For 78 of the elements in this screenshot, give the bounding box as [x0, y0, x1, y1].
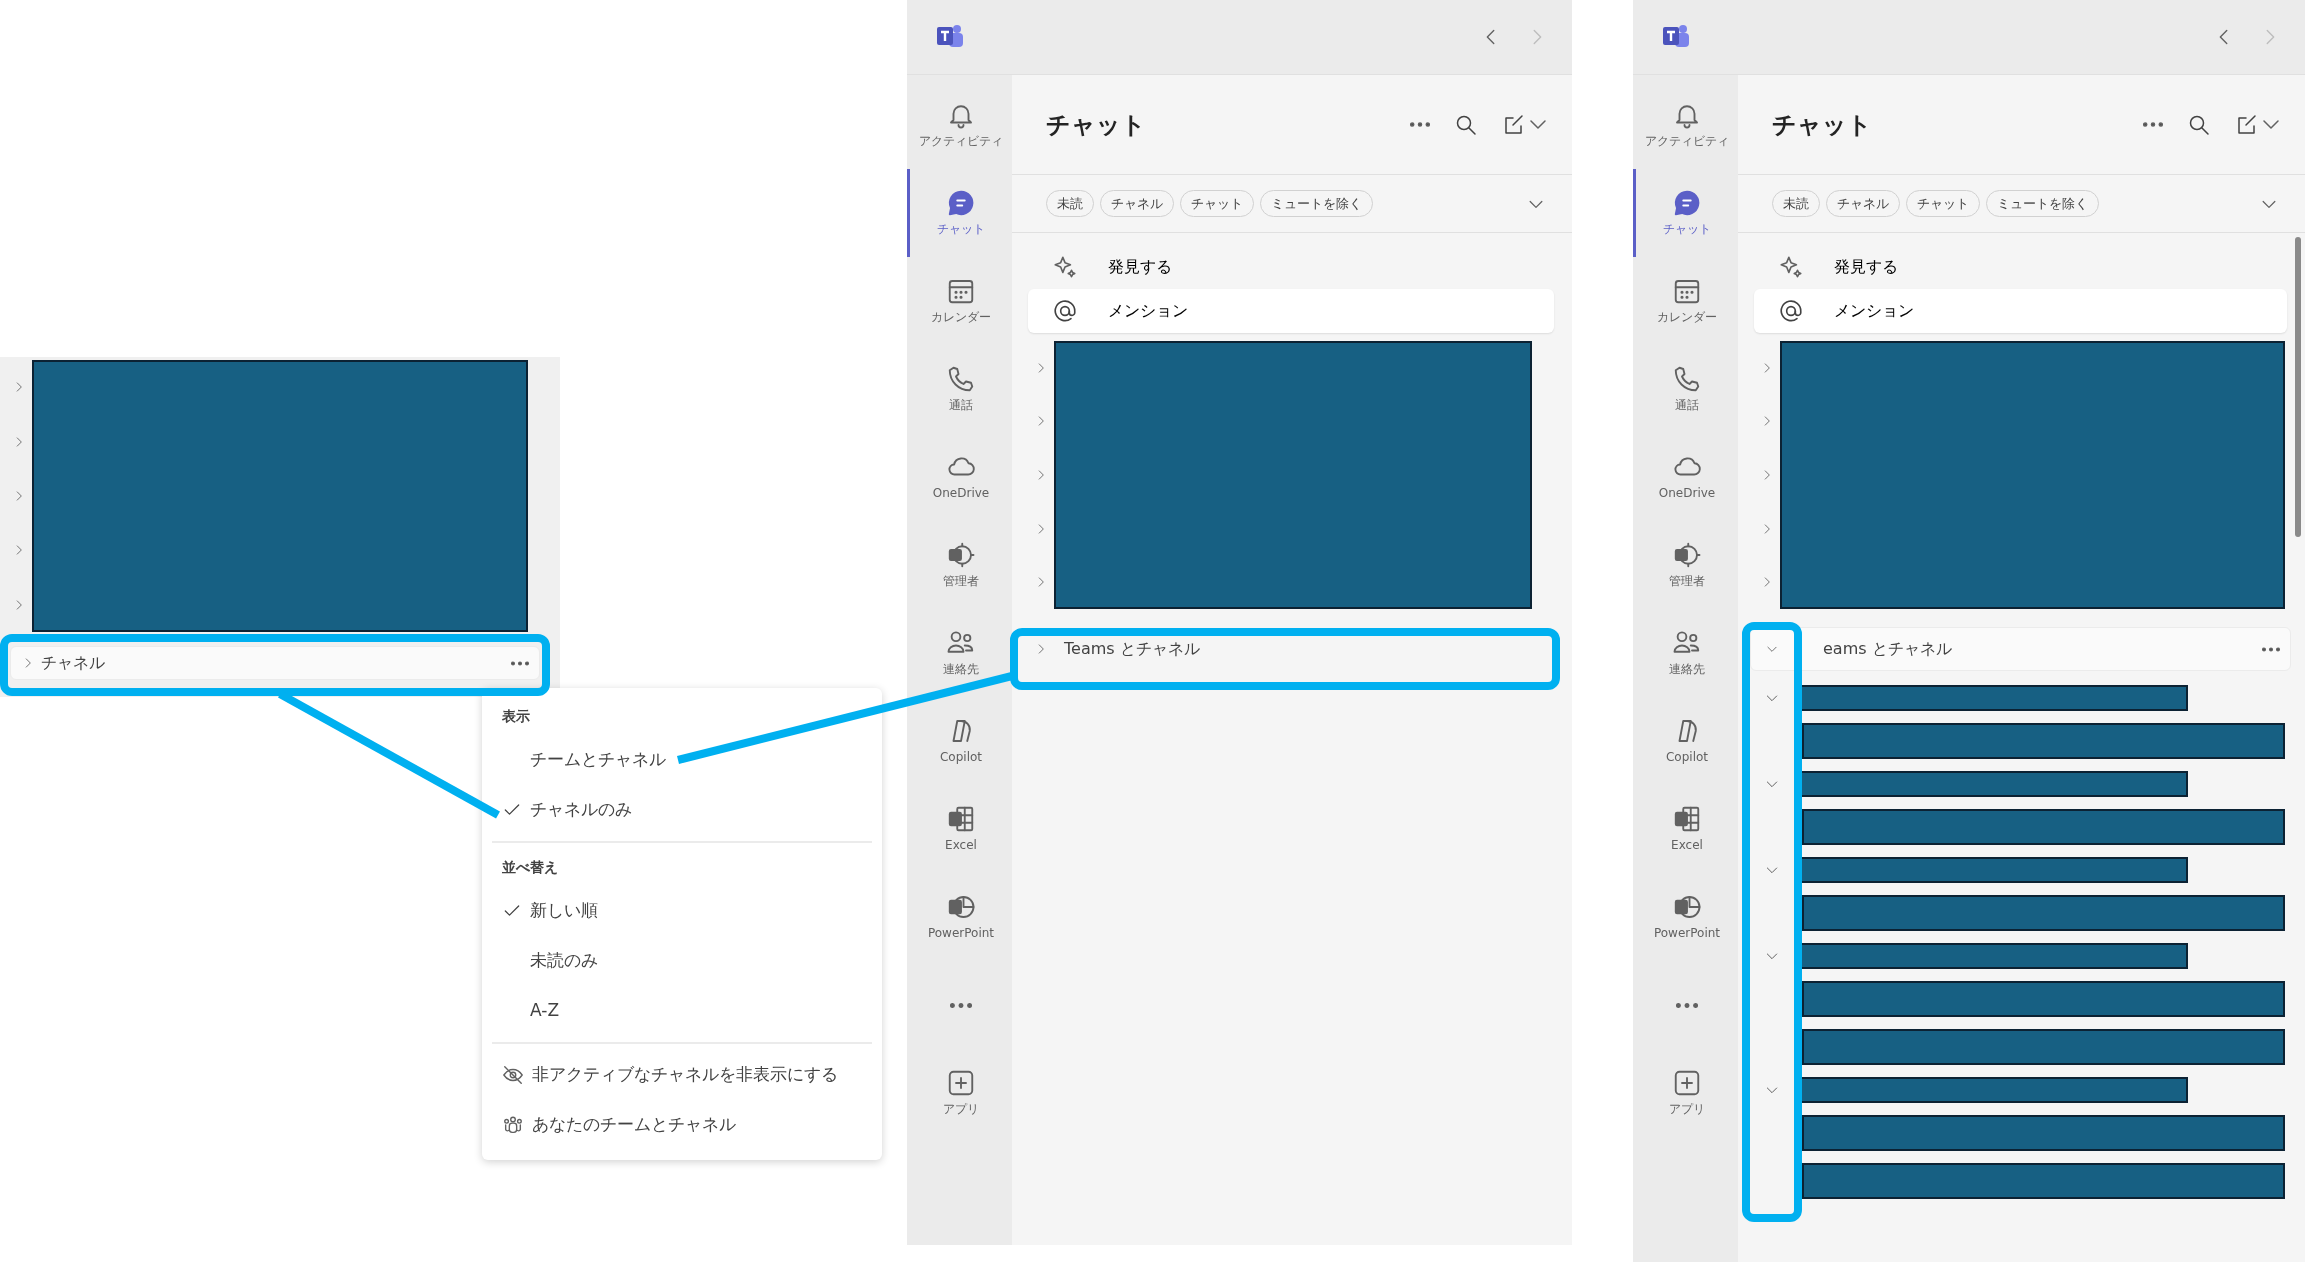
more-options-icon[interactable]	[511, 660, 529, 666]
filter-chip[interactable]: チャネル	[1826, 189, 1900, 218]
compose-icon	[1502, 112, 1526, 137]
chevron-down-icon	[1530, 120, 1546, 129]
rail-item[interactable]: チャット	[1633, 169, 1738, 257]
gear-badge-icon	[946, 540, 976, 570]
sparkle-icon	[1052, 254, 1078, 280]
filter-chip[interactable]: チャネル	[1100, 189, 1174, 218]
filter-chip[interactable]: 未読	[1772, 189, 1820, 218]
rail-item[interactable]: 連絡先	[1633, 609, 1738, 697]
rail-item[interactable]: 管理者	[907, 521, 1012, 609]
menu-item[interactable]: 未読のみ	[482, 936, 882, 986]
rail-item[interactable]: Excel	[907, 785, 1012, 873]
filter-chip[interactable]: 未読	[1046, 189, 1094, 218]
more-icon	[1410, 122, 1430, 127]
more-icon	[950, 1002, 972, 1008]
compose-icon	[2235, 112, 2259, 137]
at-sign-icon	[1052, 298, 1078, 324]
menu-item[interactable]: チャネルのみ	[482, 785, 882, 835]
filter-chip[interactable]: ミュートを除く	[1260, 189, 1373, 218]
menu-item[interactable]: 新しい順	[482, 886, 882, 936]
eye-off-icon	[502, 1064, 524, 1086]
rail-item[interactable]: 通話	[1633, 345, 1738, 433]
pane-title: チャット	[1772, 109, 1873, 141]
filter-chip[interactable]: チャット	[1180, 189, 1254, 218]
menu-heading: 並べ替え	[501, 858, 559, 877]
rail-item[interactable]: カレンダー	[907, 257, 1012, 345]
rail-item[interactable]: 管理者	[1633, 521, 1738, 609]
section-header[interactable]: チャネル	[10, 646, 540, 680]
menu-item[interactable]: チームとチャネル	[482, 735, 882, 785]
nav-link-item[interactable]: 発見する	[1028, 245, 1554, 289]
rail-item[interactable]: アプリ	[907, 1049, 1012, 1137]
rail-item[interactable]: アクティビティ	[1633, 81, 1738, 169]
chat-bubble-icon	[946, 188, 976, 218]
section-label: Teams とチャネル	[1064, 638, 1201, 660]
sparkle-icon	[1778, 254, 1804, 280]
phone-icon	[946, 364, 976, 394]
menu-item[interactable]: 非アクティブなチャネルを非表示にする	[482, 1050, 882, 1100]
spreadsheet-icon	[1672, 804, 1702, 834]
chat-bubble-icon	[1672, 188, 1702, 218]
nav-link-item[interactable]: 発見する	[1754, 245, 2287, 289]
rail-item[interactable]: 連絡先	[907, 609, 1012, 697]
phone-icon	[1672, 364, 1702, 394]
rail-item[interactable]: PowerPoint	[1633, 873, 1738, 961]
filter-chip[interactable]: ミュートを除く	[1986, 189, 2099, 218]
pane-title: チャット	[1046, 109, 1147, 141]
section-label: チャネル	[41, 652, 106, 674]
scrollbar[interactable]	[2295, 237, 2301, 537]
rail-item[interactable]: Copilot	[907, 697, 1012, 785]
filter-chip[interactable]: チャット	[1906, 189, 1980, 218]
section-label: eams とチャネル	[1823, 638, 1953, 660]
rail-item[interactable]: OneDrive	[907, 433, 1012, 521]
spreadsheet-icon	[946, 804, 976, 834]
menu-item[interactable]: A-Z	[482, 986, 882, 1036]
gear-badge-icon	[1672, 540, 1702, 570]
plus-square-icon	[1672, 1068, 1702, 1098]
menu-item[interactable]: あなたのチームとチャネル	[482, 1100, 882, 1150]
nav-link-item[interactable]: メンション	[1028, 289, 1554, 333]
more-options-icon[interactable]	[2262, 646, 2280, 652]
rail-item[interactable]: チャット	[907, 169, 1012, 257]
rail-item[interactable]: カレンダー	[1633, 257, 1738, 345]
plus-square-icon	[946, 1068, 976, 1098]
menu-heading: 表示	[501, 707, 531, 726]
section-header[interactable]: Teams とチャネル	[1024, 627, 1558, 671]
rail-item[interactable]: PowerPoint	[907, 873, 1012, 961]
rail-item[interactable]: アプリ	[1633, 1049, 1738, 1137]
rail-item[interactable]: 通話	[907, 345, 1012, 433]
rail-item[interactable]: Excel	[1633, 785, 1738, 873]
rail-item[interactable]: Copilot	[1633, 697, 1738, 785]
chevron-down-icon	[2263, 120, 2279, 129]
more-icon	[1676, 1002, 1698, 1008]
rail-item[interactable]: OneDrive	[1633, 433, 1738, 521]
people-group-icon	[502, 1114, 524, 1136]
at-sign-icon	[1778, 298, 1804, 324]
nav-link-item[interactable]: メンション	[1754, 289, 2287, 333]
rail-item[interactable]: アクティビティ	[907, 81, 1012, 169]
section-header[interactable]: eams とチャネル	[1750, 627, 2291, 671]
more-icon	[2143, 122, 2163, 127]
